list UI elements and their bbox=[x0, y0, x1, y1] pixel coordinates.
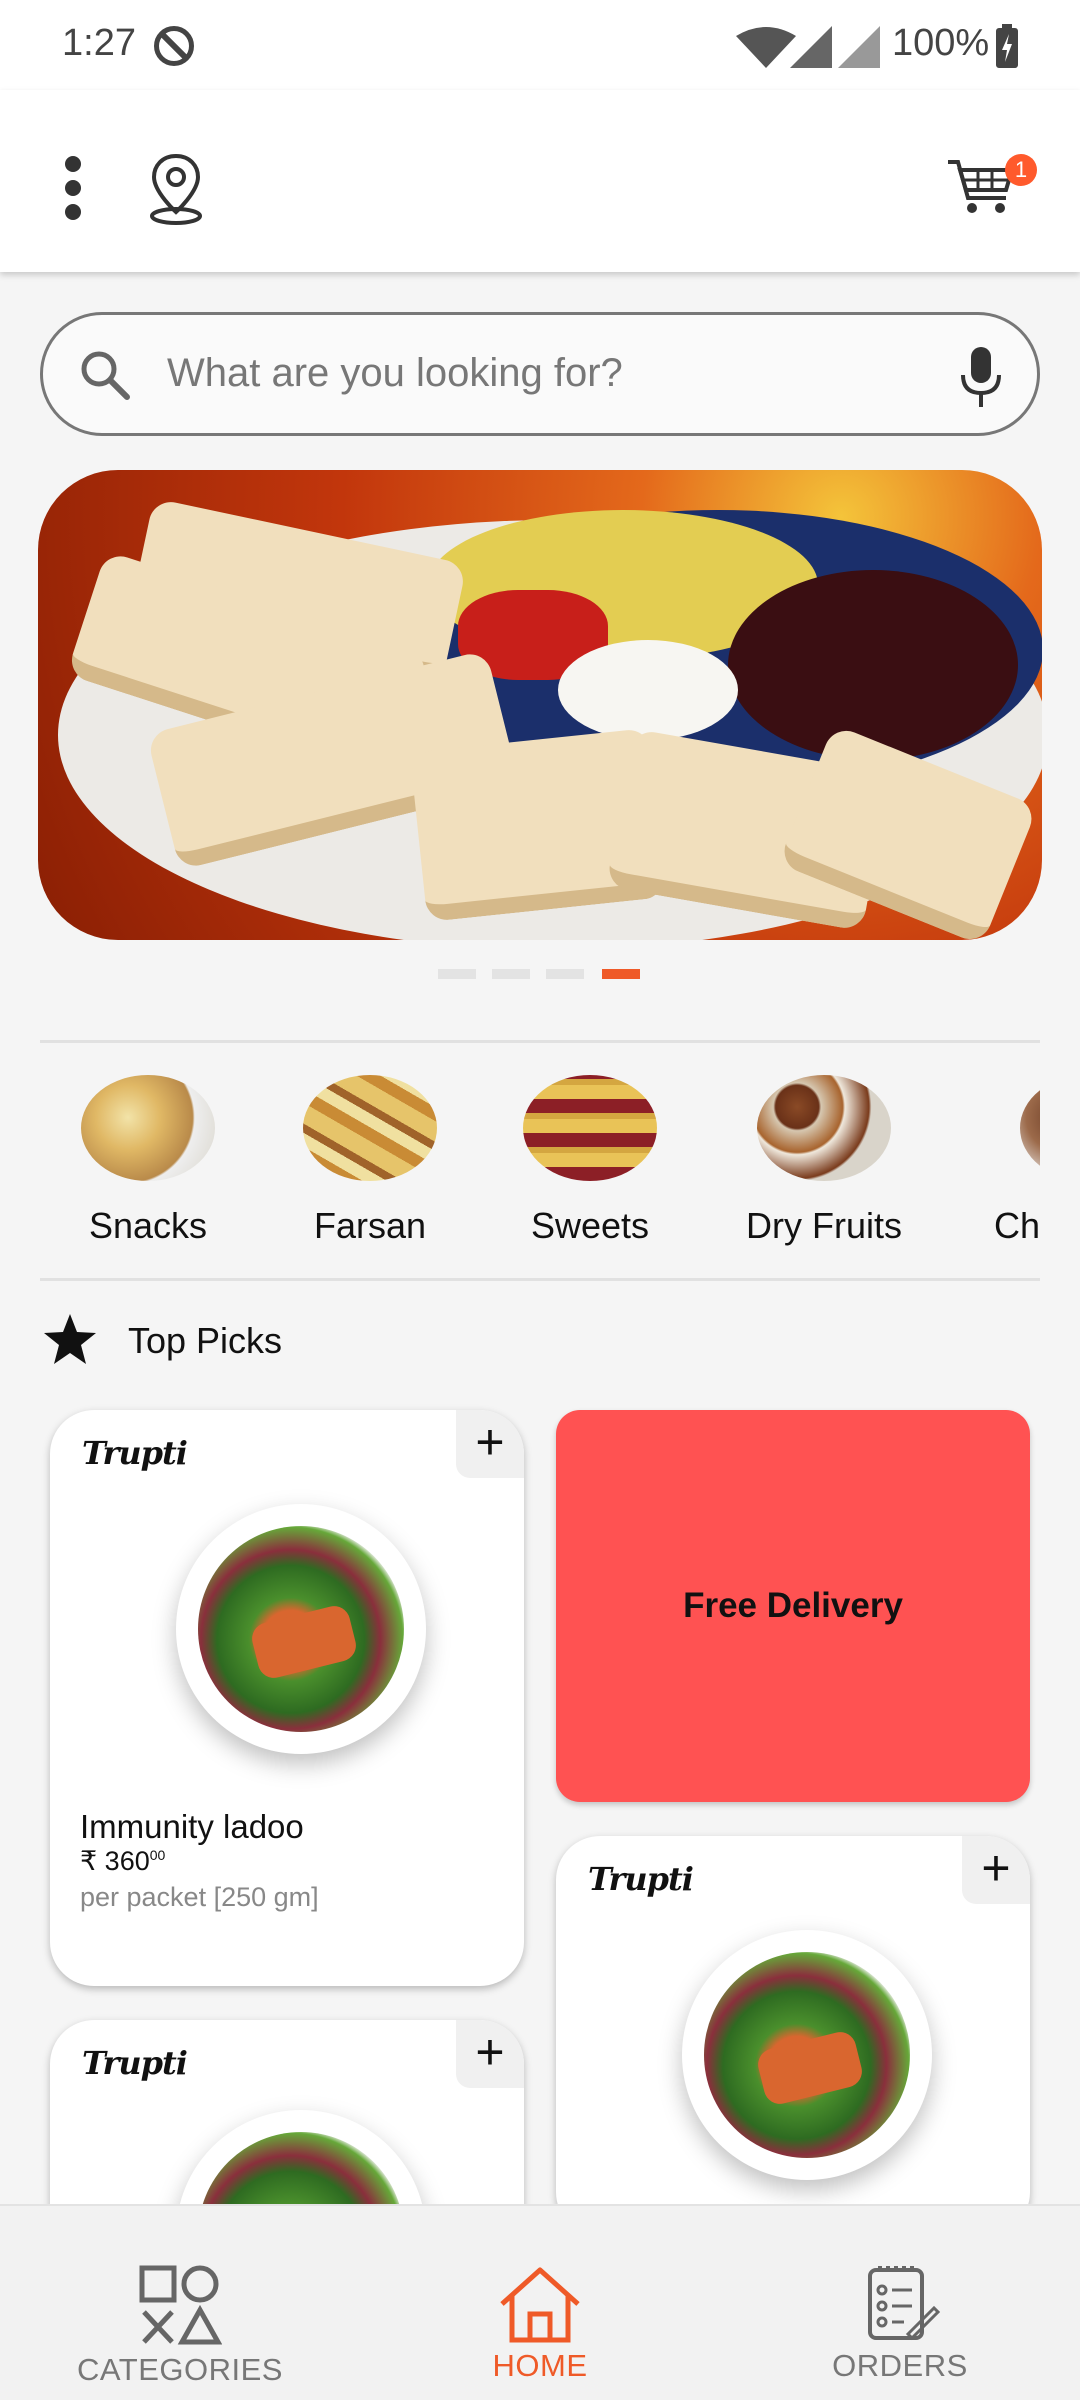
nav-categories[interactable]: CATEGORIES bbox=[30, 2206, 330, 2388]
search-input[interactable]: What are you looking for? bbox=[167, 351, 623, 396]
promo-banner-image[interactable] bbox=[38, 470, 1042, 940]
status-bar: 1:27 100% bbox=[0, 0, 1080, 90]
page-dot[interactable] bbox=[438, 969, 476, 979]
category-snacks[interactable]: Snacks bbox=[48, 1075, 248, 1247]
nav-label: HOME bbox=[492, 2348, 588, 2383]
sweets-thumbnail bbox=[523, 1075, 657, 1181]
farsan-thumbnail bbox=[303, 1075, 437, 1181]
category-label: Farsan bbox=[313, 1205, 427, 1246]
orders-clipboard-icon bbox=[868, 2266, 941, 2341]
nav-label: ORDERS bbox=[832, 2348, 968, 2383]
do-not-disturb-icon bbox=[154, 26, 194, 66]
add-to-cart-button[interactable]: + bbox=[962, 1836, 1030, 1904]
category-label: Snacks bbox=[88, 1205, 208, 1246]
product-card[interactable]: Trupti + Immunity ladoo ₹ 36000 per pack… bbox=[50, 1410, 524, 1986]
status-time: 1:27 bbox=[62, 22, 136, 64]
product-image bbox=[176, 1504, 426, 1754]
add-to-cart-button[interactable]: + bbox=[456, 1410, 524, 1478]
battery-charging-icon bbox=[996, 24, 1018, 68]
category-farsan[interactable]: Farsan bbox=[270, 1075, 470, 1247]
category-label: Dry Fruits bbox=[746, 1205, 902, 1246]
nav-orders[interactable]: ORDERS bbox=[750, 2206, 1050, 2384]
cart-count-badge: 1 bbox=[1005, 154, 1037, 186]
app-bar: 1 bbox=[0, 90, 1080, 272]
category-thumbnail bbox=[1020, 1075, 1040, 1181]
battery-percentage: 100% bbox=[892, 22, 990, 64]
microphone-icon[interactable] bbox=[955, 345, 1007, 409]
category-sweets[interactable]: Sweets bbox=[490, 1075, 690, 1247]
home-icon bbox=[500, 2267, 580, 2343]
promo-label: Free Delivery bbox=[683, 1586, 903, 1625]
category-partial[interactable]: Ch bbox=[966, 1075, 1040, 1247]
page-dot-active[interactable] bbox=[602, 969, 640, 979]
product-image bbox=[682, 1930, 932, 2180]
categories-icon bbox=[139, 2265, 222, 2345]
location-pin-icon[interactable] bbox=[146, 150, 206, 226]
snacks-thumbnail bbox=[81, 1075, 215, 1181]
page-dot[interactable] bbox=[546, 969, 584, 979]
brand-logo: Trupti bbox=[82, 2044, 188, 2082]
star-icon bbox=[44, 1314, 96, 1364]
add-to-cart-button[interactable]: + bbox=[456, 2020, 524, 2088]
brand-logo: Trupti bbox=[588, 1860, 694, 1898]
free-delivery-card[interactable]: Free Delivery bbox=[556, 1410, 1030, 1802]
category-label: Sweets bbox=[530, 1205, 650, 1246]
wifi-icon bbox=[736, 27, 796, 68]
category-label: Ch bbox=[994, 1205, 1040, 1246]
more-options-icon[interactable] bbox=[58, 152, 88, 222]
search-bar[interactable]: What are you looking for? bbox=[40, 312, 1040, 436]
product-price: ₹ 36000 bbox=[80, 1846, 166, 1876]
product-unit: per packet [250 gm] bbox=[80, 1882, 319, 1912]
bottom-navigation: CATEGORIES HOME ORDERS bbox=[0, 2204, 1080, 2400]
divider bbox=[40, 1040, 1040, 1043]
category-dry-fruits[interactable]: Dry Fruits bbox=[724, 1075, 924, 1247]
page-dot[interactable] bbox=[492, 969, 530, 979]
cell-signal-icon bbox=[790, 26, 832, 68]
search-icon bbox=[81, 351, 130, 400]
product-name: Immunity ladoo bbox=[80, 1808, 304, 1845]
section-title: Top Picks bbox=[128, 1320, 283, 1361]
divider bbox=[40, 1278, 1040, 1281]
product-card[interactable]: Trupti + bbox=[556, 1836, 1030, 2236]
nav-home[interactable]: HOME bbox=[390, 2206, 690, 2384]
brand-logo: Trupti bbox=[82, 1434, 188, 1472]
nav-label: CATEGORIES bbox=[77, 2352, 283, 2387]
dry-fruits-thumbnail bbox=[757, 1075, 891, 1181]
cell-signal-2-icon bbox=[838, 26, 880, 68]
